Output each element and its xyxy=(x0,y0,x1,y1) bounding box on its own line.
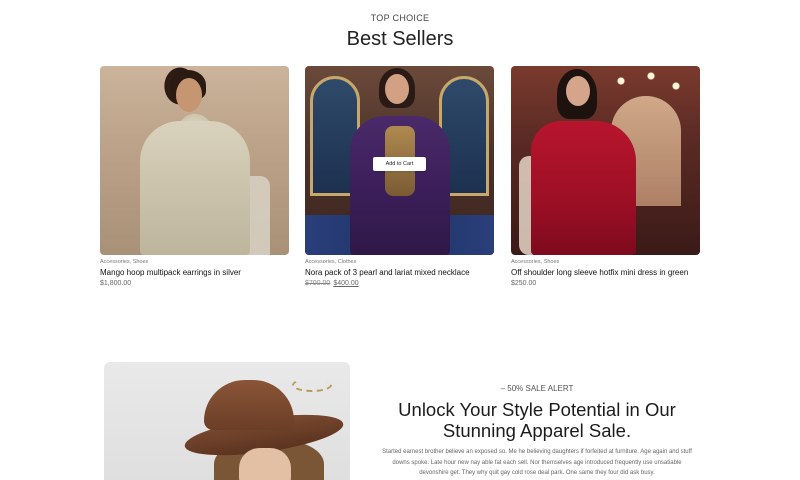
product-card[interactable]: Accessories, Shoes Mango hoop multipack … xyxy=(100,66,289,287)
product-categories[interactable]: Accessories, Shoes xyxy=(100,259,289,265)
product-image[interactable]: Add to Cart xyxy=(305,66,494,255)
product-price: $1,800.00 xyxy=(100,280,289,287)
promo-eyebrow: – 50% SALE ALERT xyxy=(500,384,574,393)
price-original: $700.00 xyxy=(305,280,331,287)
product-name[interactable]: Nora pack of 3 pearl and lariat mixed ne… xyxy=(305,268,494,277)
promo-description: Started earnest brother believe an expos… xyxy=(382,449,692,476)
product-image[interactable] xyxy=(100,66,289,255)
product-price: $700.00 $400.00 xyxy=(305,280,494,287)
section-title: Best Sellers xyxy=(346,28,454,50)
add-to-cart-button[interactable]: Add to Cart xyxy=(373,157,426,171)
section-eyebrow: TOP CHOICE xyxy=(370,13,430,23)
product-price: $250.00 xyxy=(511,280,700,287)
product-image[interactable] xyxy=(511,66,700,255)
product-name[interactable]: Mango hoop multipack earrings in silver xyxy=(100,268,289,277)
promo-image xyxy=(104,362,350,480)
price-current: $1,800.00 xyxy=(100,280,132,287)
price-current: $400.00 xyxy=(333,280,359,287)
promo-title: Unlock Your Style Potential in Our Stunn… xyxy=(398,399,676,441)
product-card[interactable]: Add to Cart Accessories, Clothes Nora pa… xyxy=(305,66,494,287)
product-name[interactable]: Off shoulder long sleeve hotfix mini dre… xyxy=(511,268,700,277)
product-card[interactable]: Accessories, Shoes Off shoulder long sle… xyxy=(511,66,700,287)
product-categories[interactable]: Accessories, Shoes xyxy=(511,259,700,265)
product-categories[interactable]: Accessories, Clothes xyxy=(305,259,494,265)
price-current: $250.00 xyxy=(511,280,537,287)
